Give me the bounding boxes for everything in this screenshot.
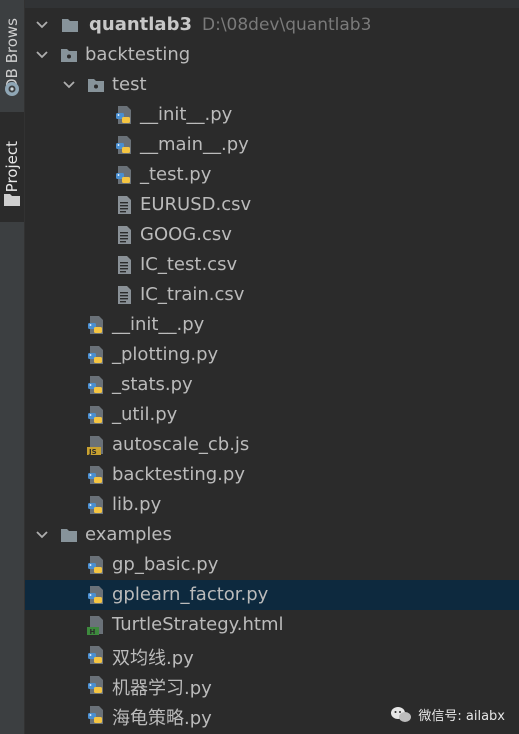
wechat-icon [391,706,412,722]
folder-icon [62,19,78,32]
tree-item-label: IC_test.csv [140,254,238,275]
chevron-down-icon[interactable] [35,528,49,542]
python-file-icon [88,556,103,574]
tool-window-sidebar: DB Brows Project [0,0,25,734]
chevron-down-icon[interactable] [35,18,49,32]
python-file-icon [116,166,131,184]
tree-item-label: test [112,74,147,95]
tree-row[interactable]: lib.py [25,490,519,520]
project-root-label: quantlab3 [89,14,192,35]
python-file-icon [88,646,103,664]
tree-item-label: autoscale_cb.js [112,434,250,455]
tree-root-row[interactable]: quantlab3 D:\08dev\quantlab3 [25,10,519,40]
tree-row[interactable]: gp_basic.py [25,550,519,580]
project-tab-label: Project [3,141,21,193]
tree-row[interactable]: JS autoscale_cb.js [25,430,519,460]
text-file-icon [118,286,131,304]
chevron-down-icon[interactable] [62,78,76,92]
project-root-name: quantlab3 D:\08dev\quantlab3 [89,14,371,35]
svg-text:JS: JS [88,448,97,455]
tree-item-label: 双均线.py [112,648,194,669]
wechat-watermark: 微信号: ailabx [390,705,505,724]
tree-top-strip [25,0,519,8]
tree-item-label: GOOG.csv [140,224,232,245]
tree-item-label: IC_train.csv [140,284,245,305]
tree-row[interactable]: 机器学习.py [25,670,519,700]
chevron-down-icon[interactable] [35,48,49,62]
tree-row[interactable]: gplearn_factor.py [25,580,519,610]
tree-row[interactable]: EURUSD.csv [25,190,519,220]
python-file-icon [88,676,103,694]
python-file-icon [88,376,103,394]
tree-item-label: _util.py [112,404,178,425]
folder-icon [61,529,77,542]
tree-item-label: _stats.py [112,374,193,395]
tree-row[interactable]: 双均线.py [25,640,519,670]
tree-item-label: backtesting.py [112,464,245,485]
project-root-path: D:\08dev\quantlab3 [202,15,372,35]
tree-row[interactable]: _test.py [25,160,519,190]
tree-row[interactable]: _plotting.py [25,340,519,370]
tree-row[interactable]: _stats.py [25,370,519,400]
tree-row[interactable]: H TurtleStrategy.html [25,610,519,640]
text-file-icon [118,226,131,244]
tree-item-label: _plotting.py [112,344,219,365]
python-file-icon [88,466,103,484]
tree-row[interactable]: __main__.py [25,130,519,160]
text-file-icon [118,256,131,274]
tree-item-label: EURUSD.csv [140,194,252,215]
tree-item-label: __init__.py [140,104,233,125]
svg-text:H: H [90,628,96,635]
tree-row[interactable]: test [25,70,519,100]
text-file-icon [118,196,131,214]
tree-item-label: examples [85,524,172,545]
tree-row[interactable]: examples [25,520,519,550]
html-file-icon: H [87,616,103,635]
python-file-icon [88,586,103,604]
python-file-icon [116,136,131,154]
python-file-icon [116,106,131,124]
tree-item-label: TurtleStrategy.html [112,614,284,635]
tree-row[interactable]: _util.py [25,400,519,430]
tree-row[interactable]: backtesting [25,40,519,70]
tree-item-label: 海龟策略.py [112,708,212,729]
tree-row[interactable]: backtesting.py [25,460,519,490]
tree-item-label: lib.py [112,494,162,515]
tree-item-label: _test.py [140,164,212,185]
tree-item-label: gplearn_factor.py [112,584,269,605]
tree-item-label: backtesting [85,44,191,65]
python-file-icon [88,316,103,334]
python-file-icon [88,406,103,424]
package-icon [61,49,77,62]
watermark-text: 微信号: ailabx [418,709,505,724]
tree-item-label: 机器学习.py [112,678,212,699]
folder-icon [4,194,20,206]
tree-row[interactable]: GOOG.csv [25,220,519,250]
database-icon [5,82,19,96]
package-icon [88,79,104,92]
tree-item-label: __main__.py [140,134,249,155]
tree-row[interactable]: IC_train.csv [25,280,519,310]
tree-row[interactable]: IC_test.csv [25,250,519,280]
python-file-icon [88,706,103,724]
tree-item-label: gp_basic.py [112,554,219,575]
tree-row[interactable]: __init__.py [25,100,519,130]
tree-row[interactable]: __init__.py [25,310,519,340]
project-tree[interactable]: quantlab3 D:\08dev\quantlab3 backtesting t… [25,0,519,734]
tree-item-label: __init__.py [112,314,205,335]
javascript-file-icon: JS [87,436,103,455]
python-file-icon [88,496,103,514]
python-file-icon [88,346,103,364]
